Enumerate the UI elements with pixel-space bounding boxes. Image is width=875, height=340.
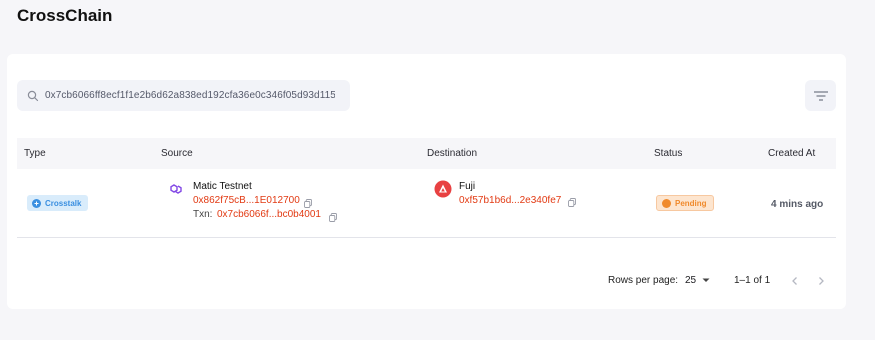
header-source[interactable]: Source (161, 148, 193, 159)
rows-per-page-select[interactable]: 25 (685, 275, 710, 286)
rows-per-page-label: Rows per page: (608, 275, 679, 286)
txn-label: Txn: (193, 209, 213, 220)
previous-page-button[interactable] (789, 274, 801, 286)
created-at: 4 mins ago (771, 199, 824, 210)
destination-address-link[interactable]: 0xf57b1b6d...2e340fe7 (459, 195, 561, 206)
source-address-link[interactable]: 0x862f75cB...1E012700 (193, 195, 300, 206)
rows-per-page-value: 25 (685, 275, 697, 286)
search-input[interactable] (45, 90, 335, 101)
matic-logo-icon (167, 180, 185, 198)
caret-down-icon (702, 278, 710, 283)
header-status[interactable]: Status (654, 148, 682, 159)
page-title: CrossChain (17, 6, 113, 25)
status-label: Pending (675, 198, 707, 208)
transactions-card: Type Source Destination Status Created A… (7, 54, 846, 309)
table-row[interactable]: Crosstalk Matic Testnet 0x862f75cB...1E0… (17, 169, 836, 238)
table-header: Type Source Destination Status Created A… (17, 138, 836, 169)
pending-icon (662, 198, 671, 208)
header-created-at[interactable]: Created At (768, 148, 815, 159)
search-icon (27, 90, 39, 102)
filter-icon (813, 90, 829, 102)
type-badge: Crosstalk (27, 195, 89, 211)
crosstalk-icon (32, 198, 41, 208)
type-label: Crosstalk (45, 198, 82, 208)
status-badge: Pending (656, 195, 714, 211)
header-destination[interactable]: Destination (427, 148, 477, 159)
copy-icon[interactable] (568, 194, 576, 207)
header-type[interactable]: Type (24, 148, 46, 159)
next-page-button[interactable] (815, 274, 827, 286)
source-chain-name: Matic Testnet (193, 181, 252, 192)
filter-button[interactable] (805, 80, 836, 111)
destination-chain-name: Fuji (459, 181, 476, 192)
search-bar[interactable] (17, 80, 350, 111)
copy-icon[interactable] (329, 209, 337, 222)
copy-icon[interactable] (304, 195, 312, 208)
pagination-range: 1–1 of 1 (734, 275, 771, 286)
avalanche-logo-icon (434, 180, 452, 198)
txn-hash-link[interactable]: 0x7cb6066f...bc0b4001 (217, 209, 321, 220)
